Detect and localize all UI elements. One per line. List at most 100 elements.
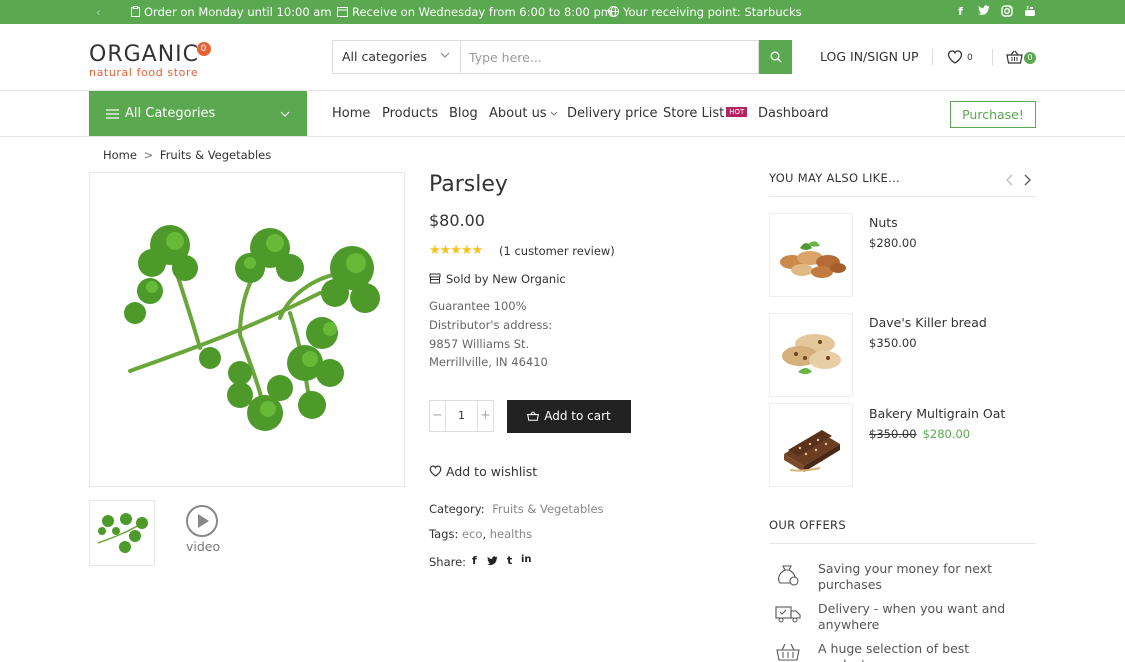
login-signup-link[interactable]: LOG IN/SIGN UP <box>820 49 919 64</box>
parsley-image <box>124 225 380 431</box>
globe-icon <box>608 6 619 17</box>
purchase-button[interactable]: Purchase! <box>950 101 1036 128</box>
all-categories-button[interactable]: All Categories <box>89 91 307 136</box>
chevron-right-icon[interactable] <box>1023 174 1031 186</box>
category-meta: Category: Fruits & Vegetables <box>429 502 604 516</box>
related-product-name[interactable]: Dave's Killer bread <box>869 315 987 330</box>
logo-text: ORGANIC <box>89 42 200 67</box>
address-line-2: Merrillville, IN 46410 <box>429 355 548 369</box>
video-play-icon[interactable] <box>186 505 218 537</box>
address-line-1: 9857 Williams St. <box>429 337 530 351</box>
product-title: Parsley <box>429 172 508 197</box>
search-input[interactable] <box>460 40 759 74</box>
point-text: Your receiving point: Starbucks <box>623 5 802 19</box>
facebook-icon[interactable]: f <box>472 554 477 567</box>
wishlist-count: 0 <box>967 53 973 63</box>
related-product-image[interactable] <box>769 313 853 397</box>
logo-tagline: natural food store <box>89 66 199 79</box>
guarantee-text: Guarantee 100% <box>429 299 527 313</box>
receive-text: Receive on Wednesday from 6:00 to 8:00 p… <box>352 5 612 19</box>
quantity-value[interactable]: 1 <box>446 401 477 431</box>
related-product-name[interactable]: Nuts <box>869 215 898 230</box>
nuts-image <box>780 241 846 278</box>
share-label: Share: <box>429 555 467 569</box>
bread-cookies-image <box>782 334 841 374</box>
breadcrumb-home[interactable]: Home <box>103 148 137 162</box>
main-nav: All Categories Home Products Blog About … <box>0 91 1125 137</box>
add-to-cart-button[interactable]: Add to cart <box>507 400 631 433</box>
customer-review-link[interactable]: (1 customer review) <box>499 244 615 258</box>
offers-heading: OUR OFFERS <box>769 518 846 532</box>
tag-link[interactable]: eco <box>462 527 482 541</box>
related-product-price: $350.00 <box>869 336 917 350</box>
nav-blog[interactable]: Blog <box>449 106 478 121</box>
nav-about-us-label: About us <box>489 106 547 121</box>
decrease-button[interactable]: − <box>430 401 446 431</box>
sold-by[interactable]: Sold by New Organic <box>446 272 566 286</box>
sale-price: $280.00 <box>922 427 971 441</box>
search-category-value: All categories <box>342 49 427 64</box>
nav-dashboard[interactable]: Dashboard <box>758 106 829 121</box>
add-to-cart-label: Add to cart <box>544 409 611 423</box>
parsley-thumbnail-image <box>97 513 148 553</box>
store-icon <box>429 273 441 284</box>
related-product-name[interactable]: Bakery Multigrain Oat <box>869 406 1005 421</box>
chevron-down-icon <box>440 41 450 73</box>
chevron-left-icon[interactable] <box>1006 174 1014 186</box>
prev-arrow-icon[interactable]: ‹ <box>96 0 101 24</box>
basket-icon[interactable] <box>1006 50 1023 64</box>
nav-store-list[interactable]: Store List HOT <box>663 106 748 121</box>
increase-button[interactable]: + <box>477 401 493 431</box>
breadcrumb-current[interactable]: Fruits & Vegetables <box>160 148 271 162</box>
logo[interactable]: ORGANIC 0 <box>89 42 212 67</box>
heart-icon[interactable] <box>947 50 963 64</box>
nav-delivery-price[interactable]: Delivery price <box>567 106 657 121</box>
chevron-down-icon <box>550 111 557 116</box>
cart-count-badge: 0 <box>1024 52 1036 64</box>
related-product-price: $350.00 $280.00 <box>869 427 970 441</box>
tag-link[interactable]: healths <box>490 527 532 541</box>
related-product-image[interactable] <box>769 213 853 297</box>
twitter-icon[interactable] <box>977 5 990 18</box>
order-text: Order on Monday until 10:00 am <box>144 5 332 19</box>
youtube-icon[interactable] <box>1023 5 1036 18</box>
delivery-truck-icon <box>775 606 801 623</box>
header-divider <box>932 49 933 65</box>
facebook-icon[interactable]: f <box>954 5 967 18</box>
sidebar-divider <box>769 543 1036 544</box>
nav-products[interactable]: Products <box>382 106 438 121</box>
distributor-label: Distributor's address: <box>429 318 553 332</box>
add-to-wishlist-link[interactable]: Add to wishlist <box>446 464 537 479</box>
category-link[interactable]: Fruits & Vegetables <box>492 502 603 516</box>
order-info: Order on Monday until 10:00 am <box>131 0 332 24</box>
breadcrumb-separator: > <box>143 148 154 162</box>
top-info-bar: ‹ Order on Monday until 10:00 am Receive… <box>0 0 1125 24</box>
old-price: $350.00 <box>869 427 917 441</box>
heart-icon[interactable] <box>429 465 442 477</box>
linkedin-icon[interactable]: in <box>521 554 532 565</box>
tumblr-icon[interactable]: t <box>507 554 512 567</box>
sidebar-divider <box>769 196 1036 197</box>
logo-badge: 0 <box>197 42 212 56</box>
product-thumbnail[interactable] <box>89 500 155 566</box>
money-bag-icon <box>778 565 799 586</box>
video-label[interactable]: video <box>186 539 220 554</box>
receive-info: Receive on Wednesday from 6:00 to 8:00 p… <box>337 0 612 24</box>
breadcrumb: Home > Fruits & Vegetables <box>103 148 271 162</box>
search-category-select[interactable]: All categories <box>332 40 460 74</box>
related-product-image[interactable] <box>769 403 853 487</box>
search-button[interactable] <box>759 40 792 74</box>
related-heading: YOU MAY ALSO LIKE... <box>769 171 900 185</box>
related-product-price: $280.00 <box>869 236 917 250</box>
site-header: ORGANIC 0 natural food store All categori… <box>0 24 1125 91</box>
nav-about-us[interactable]: About us <box>489 106 558 121</box>
nav-home[interactable]: Home <box>332 106 370 121</box>
twitter-icon[interactable] <box>487 556 498 566</box>
chevron-down-icon <box>280 111 290 117</box>
quantity-stepper[interactable]: − 1 + <box>429 400 494 432</box>
offer-item: Delivery - when you want and anywhere <box>818 601 1006 632</box>
tags-meta: Tags: eco, healths <box>429 527 533 541</box>
product-main-image[interactable] <box>89 172 405 487</box>
clipboard-icon <box>131 6 140 17</box>
instagram-icon[interactable] <box>1000 5 1013 18</box>
